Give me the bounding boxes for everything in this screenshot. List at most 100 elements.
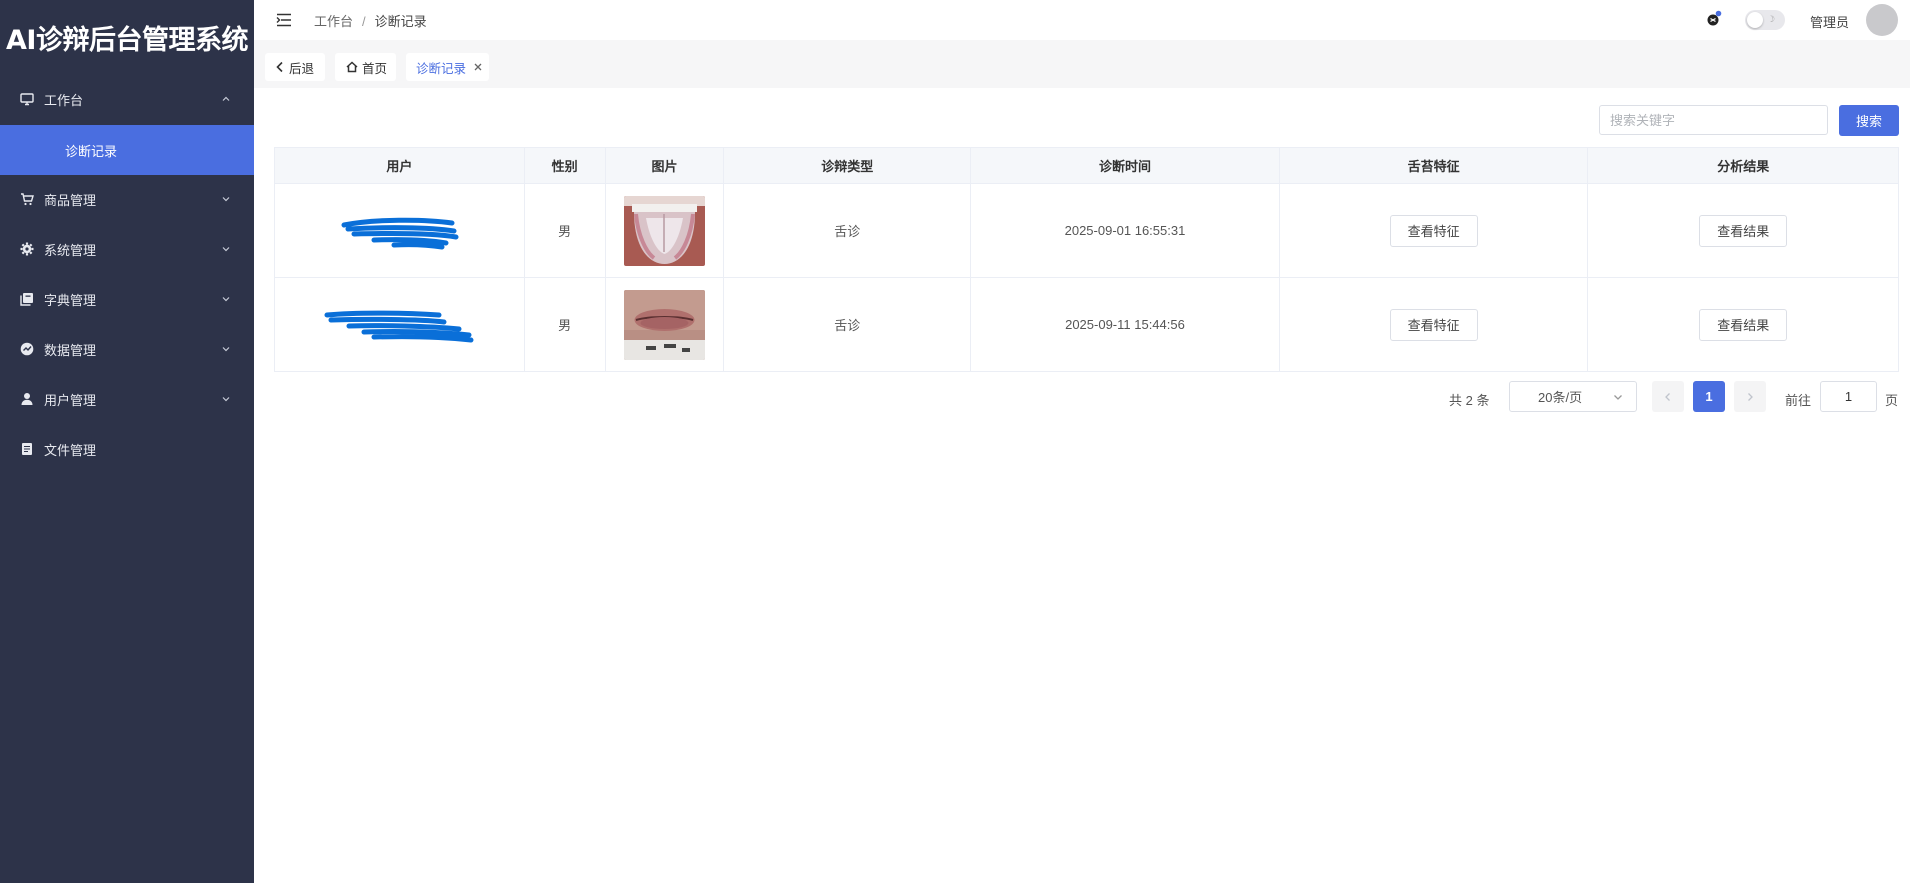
user-cell <box>275 278 525 371</box>
column-header: 诊断时间 <box>971 148 1280 183</box>
breadcrumb-item-current: 诊断记录 <box>374 14 427 29</box>
column-header: 图片 <box>606 148 725 183</box>
redacted-scribble <box>324 310 474 342</box>
page-size-select[interactable]: 20条/页 <box>1509 381 1637 412</box>
prev-page-button[interactable] <box>1652 381 1684 412</box>
sidebar-item-label: 工作台 <box>44 92 84 108</box>
feature-cell: 查看特征 <box>1280 184 1589 277</box>
view-result-button[interactable]: 查看结果 <box>1699 214 1788 247</box>
sidebar-item-label: 系统管理 <box>44 242 97 258</box>
user-cell <box>275 184 525 277</box>
image-cell <box>606 278 725 371</box>
gender-cell: 男 <box>525 184 606 277</box>
records-table: 用户 性别 图片 诊辩类型 诊断时间 舌苔特征 分析结果 男 舌诊 2025-0… <box>274 147 1899 372</box>
chevron-down-icon <box>222 347 230 352</box>
search-input[interactable] <box>1599 105 1828 135</box>
chevron-left-icon <box>276 61 283 73</box>
sidebar-item-products[interactable]: 商品管理 <box>0 174 254 224</box>
sidebar-item-files[interactable]: 文件管理 <box>0 424 254 474</box>
sidebar: AI诊辩后台管理系统 工作台 诊断记录 商品管理 系统管理 字典管理 数据管理 … <box>0 0 254 883</box>
tab-diagnosis-records[interactable]: 诊断记录 <box>406 53 489 81</box>
search-button[interactable]: 搜索 <box>1839 105 1899 136</box>
view-features-button[interactable]: 查看特征 <box>1389 308 1478 341</box>
notification-icon[interactable] <box>1705 10 1723 28</box>
sidebar-item-label: 文件管理 <box>44 442 97 458</box>
sidebar-item-users[interactable]: 用户管理 <box>0 374 254 424</box>
sidebar-item-system[interactable]: 系统管理 <box>0 224 254 274</box>
menu-toggle-icon[interactable] <box>276 12 292 28</box>
result-cell: 查看结果 <box>1588 278 1898 371</box>
avatar[interactable] <box>1866 4 1898 36</box>
chevron-down-icon <box>1614 395 1622 400</box>
chevron-down-icon <box>222 247 230 252</box>
tab-home-label: 首页 <box>362 61 388 76</box>
tab-current-label: 诊断记录 <box>416 61 467 76</box>
image-cell <box>606 184 725 277</box>
gender-cell: 男 <box>525 278 606 371</box>
page-unit-label: 页 <box>1885 393 1899 408</box>
tab-home[interactable]: 首页 <box>335 53 396 81</box>
redacted-scribble <box>341 217 459 249</box>
chart-icon <box>20 342 34 356</box>
sidebar-item-diagnosis-records[interactable]: 诊断记录 <box>0 125 254 175</box>
table-row: 男 舌诊 2025-09-01 16:55:31 查看特征 查看结果 <box>275 184 1898 278</box>
diagnosis-type-cell: 舌诊 <box>724 184 972 277</box>
view-features-button[interactable]: 查看特征 <box>1389 214 1478 247</box>
table-row: 男 舌诊 2025-09-11 15:44:56 查看特征 查看结果 <box>275 278 1898 371</box>
view-result-button[interactable]: 查看结果 <box>1699 308 1788 341</box>
chevron-up-icon <box>222 96 230 101</box>
next-page-button[interactable] <box>1734 381 1766 412</box>
goto-label: 前往 <box>1785 393 1812 408</box>
sidebar-item-label: 诊断记录 <box>65 143 118 159</box>
close-icon[interactable] <box>473 62 483 72</box>
column-header: 诊辩类型 <box>724 148 972 183</box>
breadcrumb: 工作台 / 诊断记录 <box>314 11 427 30</box>
toggle-knob <box>1747 12 1763 28</box>
column-header: 分析结果 <box>1717 159 1770 174</box>
sidebar-item-label: 数据管理 <box>44 342 97 358</box>
cart-icon <box>20 192 34 206</box>
sidebar-item-data[interactable]: 数据管理 <box>0 324 254 374</box>
sidebar-item-label: 用户管理 <box>44 392 97 408</box>
result-cell: 查看结果 <box>1588 184 1898 277</box>
column-header: 性别 <box>525 148 606 183</box>
back-label: 后退 <box>289 61 315 76</box>
lips-thumbnail[interactable] <box>624 289 706 360</box>
chevron-down-icon <box>222 297 230 302</box>
back-button[interactable]: 后退 <box>265 53 325 81</box>
gear-icon <box>20 242 34 256</box>
theme-toggle[interactable]: ☽ <box>1745 10 1785 30</box>
column-header: 用户 <box>275 148 525 183</box>
file-icon <box>20 442 34 456</box>
monitor-icon <box>20 92 34 106</box>
tongue-thumbnail[interactable] <box>624 195 706 266</box>
tab-bar: 后退 首页 诊断记录 <box>254 40 1910 88</box>
feature-cell: 查看特征 <box>1280 278 1589 371</box>
sidebar-item-dictionary[interactable]: 字典管理 <box>0 274 254 324</box>
top-header: 工作台 / 诊断记录 ☽ 管理员 <box>254 0 1910 40</box>
goto-page-input[interactable] <box>1820 381 1877 412</box>
user-icon <box>20 392 34 406</box>
column-header: 舌苔特征 <box>1280 148 1589 183</box>
chevron-right-icon <box>1748 392 1753 401</box>
page-number-button[interactable]: 1 <box>1693 381 1725 412</box>
breadcrumb-separator: / <box>362 14 366 29</box>
home-icon <box>346 61 358 73</box>
sidebar-item-label: 商品管理 <box>44 192 97 208</box>
sidebar-item-label: 字典管理 <box>44 292 97 308</box>
diagnosis-time-cell: 2025-09-01 16:55:31 <box>971 184 1280 277</box>
diagnosis-time-cell: 2025-09-11 15:44:56 <box>971 278 1280 371</box>
chevron-left-icon <box>1665 392 1670 401</box>
diagnosis-type-cell: 舌诊 <box>724 278 972 371</box>
page-size-value: 20条/页 <box>1538 390 1583 405</box>
sidebar-item-workbench[interactable]: 工作台 <box>0 74 254 124</box>
dictionary-icon <box>20 292 34 306</box>
chevron-down-icon <box>222 197 230 202</box>
app-title: AI诊辩后台管理系统 <box>6 25 248 56</box>
table-header: 用户 性别 图片 诊辩类型 诊断时间 舌苔特征 分析结果 <box>275 148 1898 184</box>
chevron-down-icon <box>222 397 230 402</box>
user-name[interactable]: 管理员 <box>1810 12 1849 31</box>
breadcrumb-item-workbench[interactable]: 工作台 <box>314 14 353 29</box>
moon-icon: ☽ <box>1767 14 1776 24</box>
pagination-total: 共 2 条 <box>1449 393 1490 408</box>
